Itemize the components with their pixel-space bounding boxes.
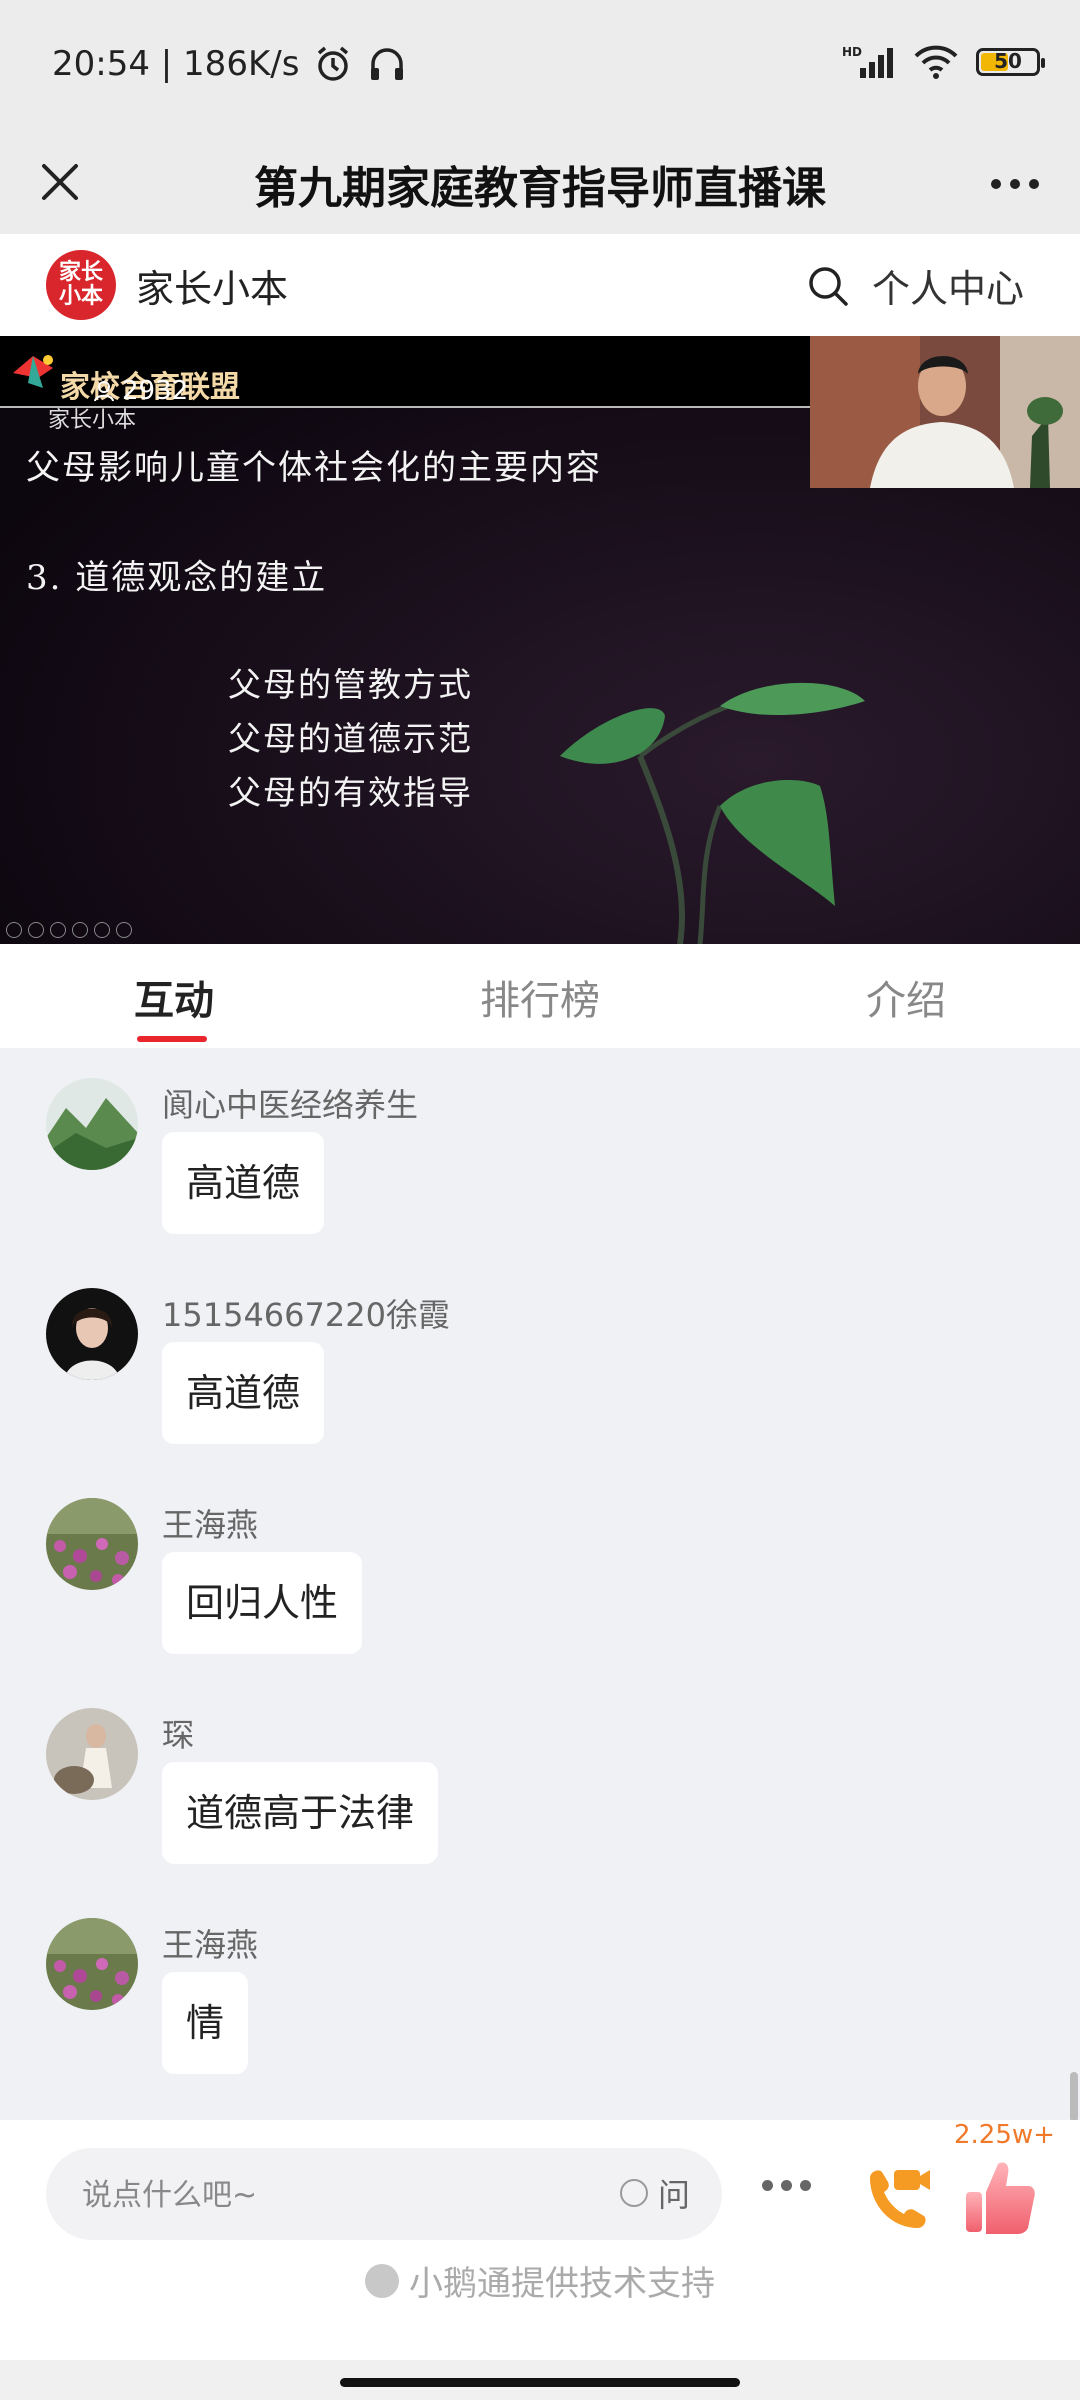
tab-interact[interactable]: 互动	[134, 968, 214, 1026]
live-video[interactable]: 家校合育联盟 2932 家长小本 父母影响儿童个体社会化的主要内容 3. 道德观…	[0, 336, 1080, 944]
more-icon-dot	[781, 2180, 792, 2191]
avatar-image-dancer	[46, 1708, 138, 1800]
comment-input[interactable]	[80, 2170, 564, 2220]
tab-ranking[interactable]: 排行榜	[480, 968, 600, 1026]
message-bubble: 高道德	[162, 1132, 325, 1234]
chat-message: 15154667220徐霞 高道德	[0, 1258, 1080, 1458]
personal-center-link[interactable]: 个人中心	[872, 258, 1024, 313]
avatar-image-flowers	[46, 1918, 138, 2010]
title-bar: 第九期家庭教育指导师直播课	[0, 130, 1080, 234]
chat-list[interactable]: 阆心中医经络养生 高道德 15154667220徐霞 高道德 王海燕 回归人性 …	[0, 1048, 1080, 2120]
battery-icon: 50	[976, 48, 1045, 76]
bottom-bar: 问 2.25w+ 小鹅通提供技术支持	[0, 2120, 1080, 2360]
brand-logo[interactable]: 家长小本	[46, 250, 116, 320]
signal-icon: HD	[842, 45, 893, 78]
headphones-icon	[371, 48, 404, 80]
avatar-image-flowers	[46, 1498, 138, 1590]
ask-question-toggle[interactable]: 问	[619, 2170, 690, 2216]
comment-input-box[interactable]: 问	[46, 2148, 722, 2240]
system-nav-bar	[0, 2360, 1080, 2400]
support-text: 小鹅通提供技术支持	[409, 2264, 715, 2304]
avatar-image-portrait	[46, 1288, 138, 1380]
message-author: 琛	[162, 1716, 195, 1754]
brand-name[interactable]: 家长小本	[136, 258, 288, 313]
avatar[interactable]	[46, 1078, 138, 1170]
more-actions-button[interactable]	[762, 2180, 811, 2191]
chat-message: 琛 道德高于法律	[0, 1678, 1080, 1878]
user-icon	[94, 381, 114, 402]
avatar[interactable]	[46, 1918, 138, 2010]
home-indicator[interactable]	[340, 2378, 740, 2387]
more-icon-dot	[762, 2180, 773, 2191]
status-left: 20:54 | 186K/s	[52, 44, 407, 84]
slide-brand: 家长小本	[48, 408, 137, 433]
pen-control-icon[interactable]	[50, 922, 66, 938]
menu-control-icon[interactable]	[116, 922, 132, 938]
more-icon-dot	[1029, 179, 1039, 189]
more-icon-dot	[800, 2180, 811, 2191]
thumbs-up-icon[interactable]	[962, 2154, 1038, 2238]
status-time-speed: 20:54 | 186K/s	[52, 44, 300, 84]
page-control-icon[interactable]	[72, 922, 88, 938]
slide-heading: 父母影响儿童个体社会化的主要内容	[26, 448, 602, 488]
active-tab-indicator	[137, 1036, 207, 1042]
wifi-icon	[914, 45, 958, 79]
video-controls	[6, 922, 132, 938]
avatar[interactable]	[46, 1498, 138, 1590]
status-bar: 20:54 | 186K/s HD 50	[0, 0, 1080, 130]
tab-intro[interactable]: 介绍	[866, 968, 946, 1026]
chat-message: 王海燕 情	[0, 1888, 1080, 2088]
more-icon-dot	[991, 179, 1001, 189]
tech-support-notice: 小鹅通提供技术支持	[0, 2256, 1080, 2305]
presenter-camera[interactable]	[810, 336, 1080, 488]
radio-circle-icon	[619, 2179, 648, 2207]
slide-subheading: 3. 道德观念的建立	[26, 558, 328, 598]
watermark-logo-icon	[13, 355, 53, 388]
slide-bullet: 父母的管教方式	[228, 665, 473, 704]
search-icon[interactable]	[806, 264, 850, 308]
xiaoe-logo-icon	[365, 2263, 399, 2298]
chat-scrollbar[interactable]	[1070, 2072, 1078, 2120]
avatar-image-mountains	[46, 1078, 138, 1170]
slide-bullet: 父母的有效指导	[228, 773, 473, 812]
page-title: 第九期家庭教育指导师直播课	[254, 163, 826, 214]
message-bubble: 高道德	[162, 1342, 325, 1444]
ask-label: 问	[657, 2176, 690, 2214]
message-bubble: 回归人性	[162, 1552, 363, 1654]
video-call-icon[interactable]	[856, 2156, 936, 2236]
message-author: 王海燕	[162, 1506, 259, 1544]
like-count: 2.25w+	[954, 2120, 1055, 2150]
avatar[interactable]	[46, 1288, 138, 1380]
message-author: 15154667220徐霞	[162, 1296, 450, 1334]
zoom-control-icon[interactable]	[94, 922, 110, 938]
next-control-icon[interactable]	[28, 922, 44, 938]
message-bubble: 道德高于法律	[162, 1762, 439, 1864]
more-button[interactable]	[980, 156, 1050, 212]
alarm-icon	[318, 46, 349, 81]
chat-message: 王海燕 回归人性	[0, 1468, 1080, 1668]
network-label: HD	[842, 45, 862, 59]
more-icon-dot	[1010, 179, 1020, 189]
avatar[interactable]	[46, 1708, 138, 1800]
presenter-image	[810, 336, 1080, 488]
tab-bar: 互动 排行榜 介绍	[0, 944, 1080, 1048]
message-author: 阆心中医经络养生	[162, 1086, 419, 1124]
message-bubble: 情	[162, 1972, 249, 2074]
slide-bullet: 父母的道德示范	[228, 719, 473, 758]
prev-control-icon[interactable]	[6, 922, 22, 938]
battery-level: 50	[994, 49, 1022, 73]
status-right: HD 50	[842, 44, 1045, 80]
message-author: 王海燕	[162, 1926, 259, 1964]
brand-logo-text: 家长小本	[58, 260, 103, 309]
chat-message: 阆心中医经络养生 高道德	[0, 1048, 1080, 1248]
brand-bar: 家长小本 家长小本 个人中心	[0, 234, 1080, 336]
